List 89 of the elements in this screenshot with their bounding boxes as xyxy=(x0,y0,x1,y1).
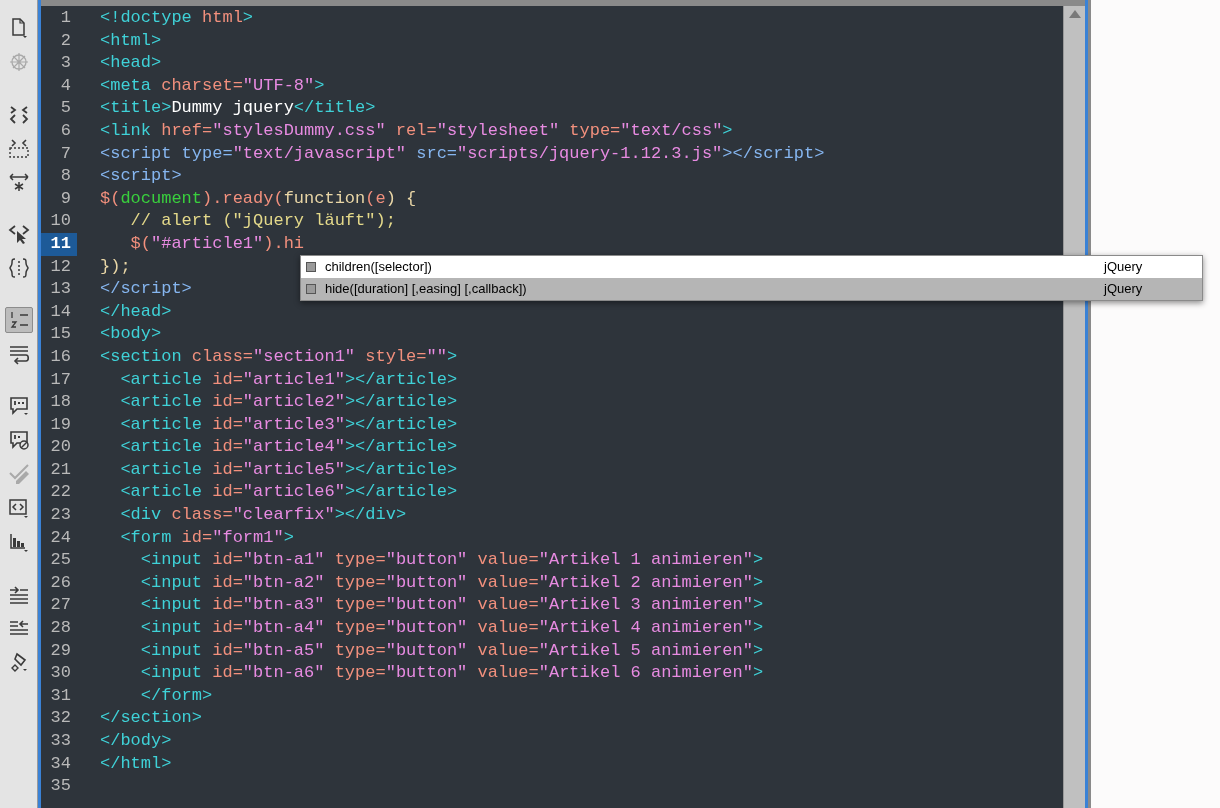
suggestion-source: jQuery xyxy=(1104,258,1144,277)
line-number: 31 xyxy=(49,684,72,707)
braces-icon[interactable] xyxy=(7,257,30,279)
line-number: 20 xyxy=(49,436,72,459)
line-number: 33 xyxy=(49,730,72,752)
suggestion-label: children([selector]) xyxy=(325,258,433,277)
line-number: 34 xyxy=(49,752,72,775)
line-number: 30 xyxy=(49,662,72,685)
line-number: 25 xyxy=(49,549,72,572)
code-line: $("#article1").hi xyxy=(129,232,305,255)
line-number: 13 xyxy=(49,278,72,301)
line-number: 1 xyxy=(59,7,72,29)
scrollbar[interactable] xyxy=(1063,6,1085,808)
method-icon xyxy=(306,262,316,272)
method-icon xyxy=(306,284,316,294)
line-number: 14 xyxy=(49,300,72,323)
code-line: <html> xyxy=(99,29,162,52)
line-number: 16 xyxy=(49,345,72,368)
line-number: 28 xyxy=(49,617,72,640)
expand-all-icon[interactable] xyxy=(7,171,30,193)
indent-icon[interactable] xyxy=(7,583,30,605)
suggestion-label: hide([duration] [,easing] [,callback]) xyxy=(325,280,528,299)
suggestion-source: jQuery xyxy=(1104,280,1144,299)
code-line: <!doctype html> xyxy=(99,7,254,29)
remove-comment-icon[interactable] xyxy=(7,429,30,451)
suggestion-item[interactable]: hide([duration] [,easing] [,callback]) jQuery xyxy=(301,278,1202,300)
code-line: </section> xyxy=(99,707,203,730)
line-number: 4 xyxy=(59,74,72,97)
code-line: </form> xyxy=(139,684,213,707)
line-number: 15 xyxy=(49,323,72,346)
line-number: 17 xyxy=(49,368,72,391)
code-line: <title>Dummy jquery</title> xyxy=(99,97,376,120)
code-line: $(document).ready(function(e) { xyxy=(99,187,417,210)
code-line: <input id="btn-a4" type="button" value="Artikel 4 animieren"> xyxy=(139,617,764,640)
code-line: <article id="article3"></article> xyxy=(119,413,458,436)
code-tag-icon[interactable] xyxy=(7,497,30,519)
collapse-selection-icon[interactable] xyxy=(7,137,30,159)
code-line: <input id="btn-a3" type="button" value="Artikel 3 animieren"> xyxy=(139,594,764,617)
code-line: <input id="btn-a1" type="button" value="Artikel 1 animieren"> xyxy=(139,549,764,572)
line-number: 12 xyxy=(49,255,72,278)
code-line: <link href="stylesDummy.css" rel="stylesheet" type="text/css"> xyxy=(99,119,733,142)
code-line: <input id="btn-a6" type="button" value="Artikel 6 animieren"> xyxy=(139,662,764,685)
code-line: <section class="section1" style=""> xyxy=(99,345,458,368)
line-number: 7 xyxy=(59,142,72,165)
line-number: 23 xyxy=(49,504,72,527)
line-number: 8 xyxy=(59,165,72,188)
line-number: 11 xyxy=(41,232,77,256)
code-line: <div class="clearfix"></div> xyxy=(119,504,407,527)
code-line: <script> xyxy=(99,165,182,188)
line-number: 24 xyxy=(49,526,72,549)
code-line: </head> xyxy=(99,300,172,323)
code-line: </body> xyxy=(99,730,172,752)
code-line: </html> xyxy=(99,752,172,775)
suggestion-item[interactable]: children([selector]) jQuery xyxy=(301,256,1202,278)
line-number: 2 xyxy=(59,29,72,52)
code-line: <article id="article1"></article> xyxy=(119,368,458,391)
code-line: <meta charset="UTF-8"> xyxy=(99,74,325,97)
line-number: 22 xyxy=(49,481,72,504)
code-line: </script> xyxy=(99,278,192,301)
word-wrap-icon[interactable] xyxy=(7,343,30,365)
code-line: <article id="article6"></article> xyxy=(119,481,458,504)
line-number: 10 xyxy=(49,210,72,233)
line-number: 27 xyxy=(49,594,72,617)
collapse-tag-icon[interactable] xyxy=(7,103,30,125)
code-line: <head> xyxy=(99,52,162,75)
line-number: 19 xyxy=(49,413,72,436)
code-line: <input id="btn-a2" type="button" value="Artikel 2 animieren"> xyxy=(139,571,764,594)
select-parent-tag-icon[interactable] xyxy=(7,223,30,245)
code-line: <article id="article5"></article> xyxy=(119,458,458,481)
code-line: <form id="form1"> xyxy=(119,526,294,549)
line-number: 29 xyxy=(49,639,72,662)
code-line: <article id="article2"></article> xyxy=(119,391,458,414)
code-line: // alert ("jQuery läuft"); xyxy=(129,210,396,233)
line-number: 32 xyxy=(49,707,72,730)
bar-chart-icon[interactable] xyxy=(7,531,30,553)
line-number: 18 xyxy=(49,391,72,414)
comment-icon[interactable] xyxy=(7,395,30,417)
code-line: }); xyxy=(99,255,131,278)
line-number: 35 xyxy=(49,775,72,798)
line-number: 5 xyxy=(59,97,72,120)
line-number: 3 xyxy=(59,52,72,75)
code-line: <input id="btn-a5" type="button" value="Artikel 5 animieren"> xyxy=(139,639,764,662)
line-number: 9 xyxy=(59,187,72,210)
line-number: 6 xyxy=(59,119,72,142)
code-line: <article id="article4"></article> xyxy=(119,436,458,459)
line-number: 26 xyxy=(49,571,72,594)
code-line: <script type="text/javascript" src="scripts/jquery-1.12.3.js"></script> xyxy=(99,142,825,165)
line-number: 21 xyxy=(49,458,72,481)
code-line: <body> xyxy=(99,323,162,346)
